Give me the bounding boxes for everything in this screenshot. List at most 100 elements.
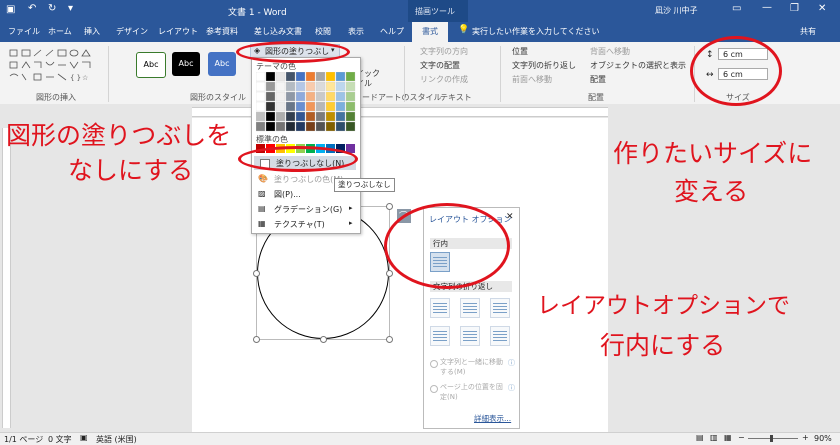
color-swatch[interactable]: [345, 121, 356, 132]
color-swatch[interactable]: [295, 71, 306, 82]
fix-position-radio[interactable]: [430, 385, 438, 393]
tab-review[interactable]: 校閲: [315, 26, 331, 37]
web-layout-icon[interactable]: ▦: [724, 433, 732, 442]
send-backward-button[interactable]: 背面へ移動: [590, 46, 630, 57]
color-swatch[interactable]: [315, 111, 326, 122]
color-swatch[interactable]: [295, 101, 306, 112]
tab-layout[interactable]: レイアウト: [158, 26, 198, 37]
redo-icon[interactable]: ↻: [48, 3, 56, 14]
bring-forward-button[interactable]: 前面へ移動: [512, 74, 552, 85]
wrap-top-bottom-option[interactable]: [430, 326, 450, 346]
color-swatch[interactable]: [345, 81, 356, 92]
wrap-through-option[interactable]: [490, 298, 510, 318]
resize-handle[interactable]: [320, 336, 327, 343]
color-swatch[interactable]: [285, 101, 296, 112]
zoom-in-icon[interactable]: +: [802, 433, 809, 442]
zoom-slider-thumb[interactable]: [770, 435, 773, 442]
color-swatch[interactable]: [255, 111, 266, 122]
color-swatch[interactable]: [255, 101, 266, 112]
color-swatch[interactable]: [335, 91, 346, 102]
tab-design[interactable]: デザイン: [116, 26, 148, 37]
color-swatch[interactable]: [315, 71, 326, 82]
tab-mailings[interactable]: 差し込み文書: [254, 26, 302, 37]
color-swatch[interactable]: [345, 101, 356, 112]
resize-handle[interactable]: [386, 336, 393, 343]
color-swatch[interactable]: [305, 121, 316, 132]
color-swatch[interactable]: [325, 101, 336, 112]
read-mode-icon[interactable]: ▤: [696, 433, 704, 442]
position-button[interactable]: 位置: [512, 46, 528, 57]
color-swatch[interactable]: [335, 101, 346, 112]
info-icon[interactable]: ⓘ: [508, 358, 515, 368]
align-text-button[interactable]: 文字の配置: [420, 60, 460, 71]
color-swatch[interactable]: [325, 111, 336, 122]
color-swatch[interactable]: [255, 81, 266, 92]
color-swatch[interactable]: [335, 71, 346, 82]
color-swatch[interactable]: [325, 81, 336, 92]
color-swatch[interactable]: [285, 81, 296, 92]
color-swatch[interactable]: [305, 101, 316, 112]
color-swatch[interactable]: [335, 81, 346, 92]
color-swatch[interactable]: [285, 121, 296, 132]
language[interactable]: 英語 (米国): [96, 434, 137, 445]
resize-handle[interactable]: [386, 270, 393, 277]
color-swatch[interactable]: [275, 121, 286, 132]
gradient-item[interactable]: グラデーション(G): [274, 204, 342, 215]
color-swatch[interactable]: [285, 71, 296, 82]
create-link-button[interactable]: リンクの作成: [420, 74, 468, 85]
maximize-icon[interactable]: ❐: [790, 3, 799, 14]
undo-icon[interactable]: ↶: [28, 3, 36, 14]
zoom-slider[interactable]: [748, 435, 798, 442]
color-swatch[interactable]: [255, 71, 266, 82]
color-swatch[interactable]: [295, 111, 306, 122]
color-swatch[interactable]: [275, 101, 286, 112]
print-layout-icon[interactable]: ▥: [710, 433, 718, 442]
align-button[interactable]: 配置: [590, 74, 606, 85]
wrap-square-option[interactable]: [430, 298, 450, 318]
shapes-gallery[interactable]: { } ☆: [8, 48, 98, 86]
color-swatch[interactable]: [335, 121, 346, 132]
color-swatch[interactable]: [265, 71, 276, 82]
color-swatch[interactable]: [295, 91, 306, 102]
style-sample-3[interactable]: Abc: [208, 52, 236, 76]
move-with-text-radio[interactable]: [430, 360, 438, 368]
color-swatch[interactable]: [275, 81, 286, 92]
text-direction-button[interactable]: 文字列の方向: [420, 46, 468, 57]
color-swatch[interactable]: [255, 91, 266, 102]
color-swatch[interactable]: [305, 81, 316, 92]
color-swatch[interactable]: [295, 81, 306, 92]
picture-item[interactable]: 図(P)...: [274, 189, 301, 200]
color-swatch[interactable]: [305, 111, 316, 122]
color-swatch[interactable]: [325, 71, 336, 82]
style-sample-1[interactable]: Abc: [136, 52, 166, 78]
color-swatch[interactable]: [345, 111, 356, 122]
color-swatch[interactable]: [315, 121, 326, 132]
tab-view[interactable]: 表示: [348, 26, 364, 37]
minimize-icon[interactable]: —: [762, 2, 772, 13]
close-icon[interactable]: ✕: [818, 3, 826, 14]
proofing-icon[interactable]: ▣: [80, 433, 88, 442]
color-swatch[interactable]: [255, 121, 266, 132]
resize-handle[interactable]: [253, 336, 260, 343]
wrap-behind-option[interactable]: [460, 326, 480, 346]
share-button[interactable]: 共有: [800, 26, 816, 37]
tab-insert[interactable]: 挿入: [84, 26, 100, 37]
wrap-front-option[interactable]: [490, 326, 510, 346]
color-swatch[interactable]: [305, 71, 316, 82]
color-swatch[interactable]: [315, 101, 326, 112]
color-swatch[interactable]: [315, 91, 326, 102]
color-swatch[interactable]: [305, 91, 316, 102]
wrap-text-button[interactable]: 文字列の折り返し: [512, 60, 576, 71]
color-swatch[interactable]: [295, 121, 306, 132]
theme-color-grid[interactable]: [255, 71, 356, 132]
close-icon[interactable]: ✕: [506, 212, 514, 222]
selection-pane-button[interactable]: オブジェクトの選択と表示: [590, 60, 686, 71]
texture-item[interactable]: テクスチャ(T): [274, 219, 325, 230]
color-swatch[interactable]: [325, 121, 336, 132]
wrap-tight-option[interactable]: [460, 298, 480, 318]
zoom-out-icon[interactable]: −: [738, 433, 745, 442]
color-swatch[interactable]: [345, 91, 356, 102]
color-swatch[interactable]: [315, 81, 326, 92]
color-swatch[interactable]: [265, 81, 276, 92]
color-swatch[interactable]: [335, 111, 346, 122]
